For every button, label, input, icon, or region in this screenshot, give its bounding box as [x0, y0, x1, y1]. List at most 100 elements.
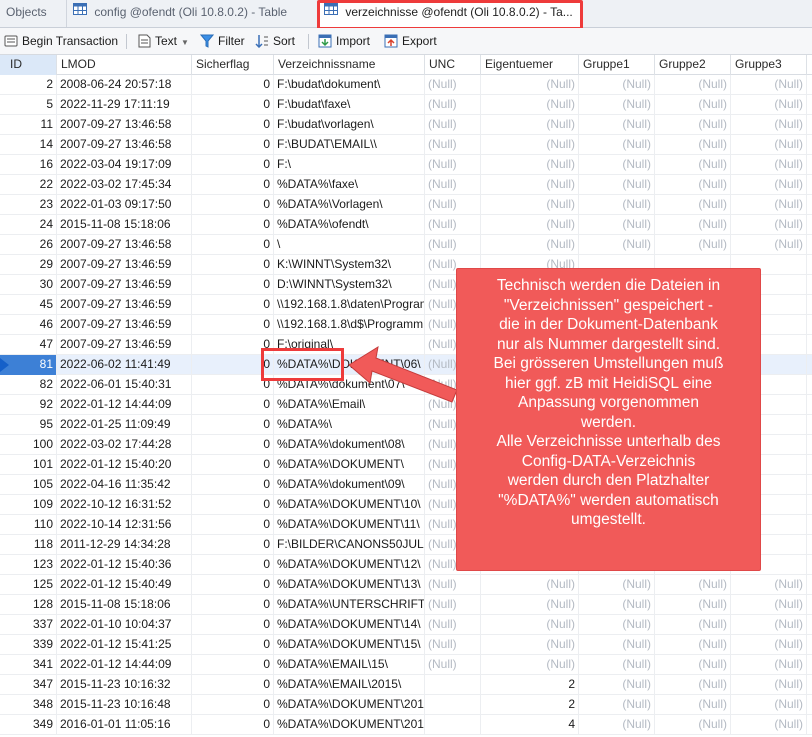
cell-gruppe1[interactable]: (Null): [579, 235, 655, 255]
table-row[interactable]: 2 2008-06-24 20:57:18 0 F:\budat\dokument\(…: [0, 75, 812, 95]
cell-sicherflag[interactable]: 0: [192, 115, 274, 135]
cell-gruppe2[interactable]: (Null): [655, 195, 731, 215]
cell-lmod[interactable]: 2007-09-27 13:46:58: [57, 115, 192, 135]
table-row[interactable]: 347 2015-11-23 10:16:32 0 %DATA%\EMAIL\2015…: [0, 675, 812, 695]
cell-verzeichnissname[interactable]: F:\budat\faxe\: [274, 95, 425, 115]
cell-verzeichnissname[interactable]: %DATA%\ofendt\: [274, 215, 425, 235]
cell-lmod[interactable]: 2022-01-12 15:40:20: [57, 455, 192, 475]
cell-id[interactable]: 105: [0, 475, 57, 495]
cell-id[interactable]: 337: [0, 615, 57, 635]
cell-verzeichnissname[interactable]: %DATA%\DOKUMENT\2015: [274, 695, 425, 715]
cell-unc[interactable]: (Null): [425, 195, 481, 215]
cell-verzeichnissname[interactable]: \: [274, 235, 425, 255]
cell-unc[interactable]: [425, 695, 481, 715]
table-row[interactable]: 24 2015-11-08 15:18:06 0 %DATA%\ofendt\ (Nul…: [0, 215, 812, 235]
column-header-gruppe1[interactable]: Gruppe1: [579, 55, 655, 75]
cell-lmod[interactable]: 2022-01-10 10:04:37: [57, 615, 192, 635]
cell-sicherflag[interactable]: 0: [192, 175, 274, 195]
table-row[interactable]: 11 2007-09-27 13:46:58 0 F:\budat\vorlagen\…: [0, 115, 812, 135]
cell-sicherflag[interactable]: 0: [192, 395, 274, 415]
cell-gruppe2[interactable]: (Null): [655, 95, 731, 115]
cell-eigentuemer[interactable]: (Null): [481, 175, 579, 195]
cell-gruppe3[interactable]: (Null): [731, 195, 807, 215]
cell-lmod[interactable]: 2007-09-27 13:46:59: [57, 315, 192, 335]
cell-gruppe3[interactable]: (Null): [731, 695, 807, 715]
cell-gruppe2[interactable]: (Null): [655, 575, 731, 595]
text-button[interactable]: Text ▼: [138, 32, 189, 51]
cell-gruppe3[interactable]: (Null): [731, 715, 807, 735]
cell-lmod[interactable]: 2022-01-12 15:40:36: [57, 555, 192, 575]
cell-gruppe3[interactable]: (Null): [731, 595, 807, 615]
cell-eigentuemer[interactable]: (Null): [481, 135, 579, 155]
cell-verzeichnissname[interactable]: %DATA%\Vorlagen\: [274, 195, 425, 215]
cell-unc[interactable]: [425, 715, 481, 735]
cell-gruppe1[interactable]: (Null): [579, 215, 655, 235]
cell-gruppe1[interactable]: (Null): [579, 175, 655, 195]
cell-id[interactable]: 118: [0, 535, 57, 555]
cell-id[interactable]: 110: [0, 515, 57, 535]
cell-id[interactable]: 95: [0, 415, 57, 435]
cell-gruppe3[interactable]: (Null): [731, 215, 807, 235]
cell-sicherflag[interactable]: 0: [192, 355, 274, 375]
cell-gruppe1[interactable]: (Null): [579, 575, 655, 595]
cell-sicherflag[interactable]: 0: [192, 335, 274, 355]
cell-unc[interactable]: (Null): [425, 595, 481, 615]
cell-verzeichnissname[interactable]: %DATA%\DOKUMENT\2016: [274, 715, 425, 735]
column-header-gruppe2[interactable]: Gruppe2: [655, 55, 731, 75]
cell-verzeichnissname[interactable]: %DATA%\DOKUMENT\14\: [274, 615, 425, 635]
cell-gruppe3[interactable]: (Null): [731, 575, 807, 595]
cell-eigentuemer[interactable]: 2: [481, 675, 579, 695]
cell-gruppe3[interactable]: (Null): [731, 675, 807, 695]
cell-gruppe2[interactable]: (Null): [655, 75, 731, 95]
cell-sicherflag[interactable]: 0: [192, 675, 274, 695]
cell-verzeichnissname[interactable]: %DATA%\EMAIL\15\: [274, 655, 425, 675]
column-header-lmod[interactable]: LMOD: [57, 55, 192, 75]
cell-sicherflag[interactable]: 0: [192, 255, 274, 275]
cell-gruppe2[interactable]: (Null): [655, 175, 731, 195]
cell-id[interactable]: 14: [0, 135, 57, 155]
cell-lmod[interactable]: 2022-01-25 11:09:49: [57, 415, 192, 435]
cell-verzeichnissname[interactable]: F:\BILDER\CANONS50JULI20: [274, 535, 425, 555]
cell-eigentuemer[interactable]: (Null): [481, 215, 579, 235]
cell-gruppe3[interactable]: (Null): [731, 175, 807, 195]
cell-sicherflag[interactable]: 0: [192, 275, 274, 295]
cell-verzeichnissname[interactable]: F:\BUDAT\EMAIL\\: [274, 135, 425, 155]
cell-gruppe3[interactable]: (Null): [731, 135, 807, 155]
table-row[interactable]: 23 2022-01-03 09:17:50 0 %DATA%\Vorlagen\ (N…: [0, 195, 812, 215]
column-header-unc[interactable]: UNC: [425, 55, 481, 75]
cell-sicherflag[interactable]: 0: [192, 155, 274, 175]
cell-unc[interactable]: (Null): [425, 75, 481, 95]
table-row[interactable]: 339 2022-01-12 15:41:25 0 %DATA%\DOKUMENT\1…: [0, 635, 812, 655]
cell-id[interactable]: 45: [0, 295, 57, 315]
table-row[interactable]: 337 2022-01-10 10:04:37 0 %DATA%\DOKUMENT\1…: [0, 615, 812, 635]
cell-verzeichnissname[interactable]: %DATA%\DOKUMENT\10\: [274, 495, 425, 515]
filter-button[interactable]: Filter: [199, 32, 245, 51]
cell-lmod[interactable]: 2022-01-12 14:44:09: [57, 395, 192, 415]
cell-lmod[interactable]: 2015-11-08 15:18:06: [57, 595, 192, 615]
cell-lmod[interactable]: 2015-11-08 15:18:06: [57, 215, 192, 235]
table-row[interactable]: 22 2022-03-02 17:45:34 0 %DATA%\faxe\ (Null)…: [0, 175, 812, 195]
cell-sicherflag[interactable]: 0: [192, 75, 274, 95]
cell-lmod[interactable]: 2007-09-27 13:46:59: [57, 275, 192, 295]
cell-eigentuemer[interactable]: (Null): [481, 95, 579, 115]
cell-gruppe1[interactable]: (Null): [579, 655, 655, 675]
cell-gruppe1[interactable]: (Null): [579, 115, 655, 135]
cell-id[interactable]: 347: [0, 675, 57, 695]
cell-gruppe2[interactable]: (Null): [655, 115, 731, 135]
cell-gruppe2[interactable]: (Null): [655, 635, 731, 655]
cell-id[interactable]: 23: [0, 195, 57, 215]
cell-gruppe2[interactable]: (Null): [655, 655, 731, 675]
table-row[interactable]: 125 2022-01-12 15:40:49 0 %DATA%\DOKUMENT\1…: [0, 575, 812, 595]
cell-verzeichnissname[interactable]: %DATA%\Email\: [274, 395, 425, 415]
cell-gruppe1[interactable]: (Null): [579, 155, 655, 175]
cell-id[interactable]: 92: [0, 395, 57, 415]
cell-verzeichnissname[interactable]: %DATA%\faxe\: [274, 175, 425, 195]
cell-id[interactable]: 26: [0, 235, 57, 255]
cell-unc[interactable]: (Null): [425, 115, 481, 135]
export-button[interactable]: Export: [384, 32, 437, 51]
cell-id[interactable]: 22: [0, 175, 57, 195]
cell-lmod[interactable]: 2008-06-24 20:57:18: [57, 75, 192, 95]
cell-eigentuemer[interactable]: (Null): [481, 75, 579, 95]
cell-sicherflag[interactable]: 0: [192, 475, 274, 495]
cell-sicherflag[interactable]: 0: [192, 135, 274, 155]
